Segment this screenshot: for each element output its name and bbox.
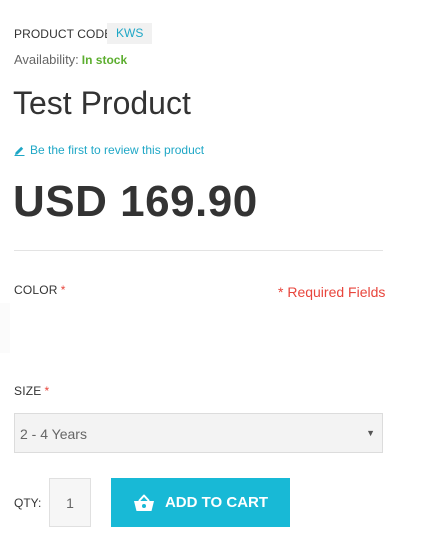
size-select[interactable]: 2 - 4 Years ▼ [14, 413, 383, 453]
product-price: USD 169.90 [13, 177, 258, 226]
size-option-label: SIZE * [14, 384, 49, 398]
qty-input[interactable] [49, 478, 91, 527]
size-label-text: SIZE [14, 384, 42, 398]
caret-down-icon: ▼ [366, 428, 375, 438]
add-to-cart-button[interactable]: ADD TO CART [111, 478, 290, 527]
color-swatch-area[interactable] [0, 303, 10, 353]
required-star: * [44, 384, 50, 398]
availability-status: In stock [81, 53, 128, 67]
required-star: * [60, 283, 66, 297]
size-selected-value: 2 - 4 Years [20, 426, 87, 442]
availability-label: Availability: [14, 52, 79, 67]
product-code-badge: KWS [107, 23, 153, 44]
review-link[interactable]: Be the first to review this product [14, 143, 204, 157]
pencil-icon [14, 145, 25, 156]
product-code-label: PRODUCT CODE: [14, 27, 116, 41]
color-label-text: COLOR [14, 283, 58, 297]
add-to-cart-label: ADD TO CART [164, 494, 269, 511]
availability-row: Availability: In stock [14, 52, 127, 67]
review-link-label: Be the first to review this product [30, 143, 205, 157]
qty-label: QTY: [14, 496, 42, 510]
color-option-label: COLOR * [14, 283, 66, 297]
product-title: Test Product [13, 85, 191, 121]
basket-icon [133, 494, 155, 512]
required-fields-note: * Required Fields [278, 284, 386, 300]
divider [14, 250, 383, 251]
